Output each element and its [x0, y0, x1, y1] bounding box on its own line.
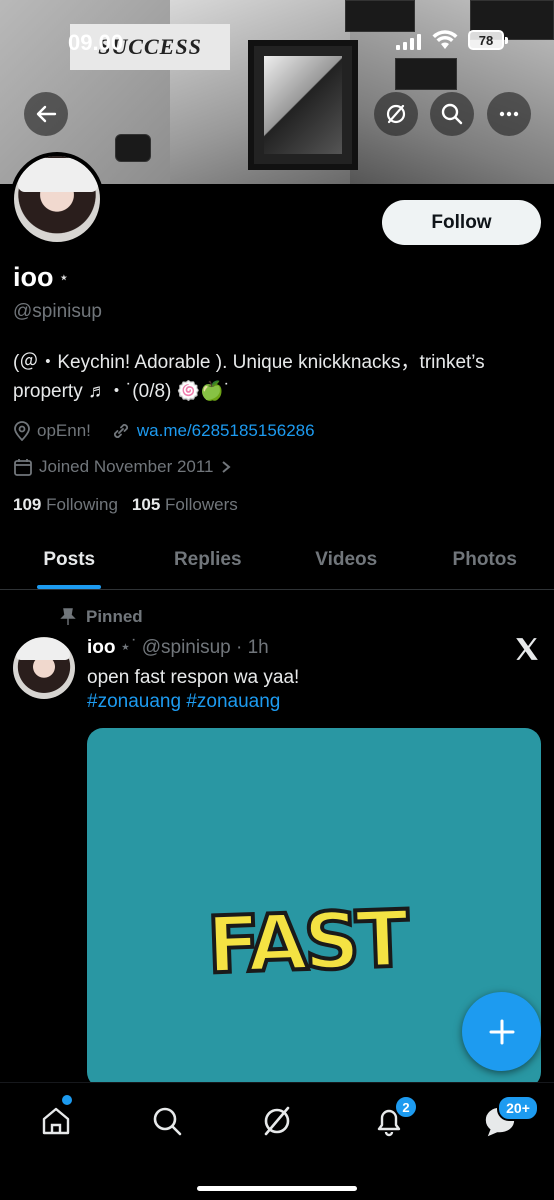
tab-videos[interactable]: Videos: [277, 530, 416, 589]
plus-icon: [489, 1019, 514, 1044]
grok-button[interactable]: [374, 92, 418, 136]
status-bar: 09.00 78: [0, 0, 554, 80]
profile-bio: (＠・Keychin! Adorable ). Unique knickknac…: [13, 352, 485, 402]
profile-handle: @spinisup: [13, 301, 102, 322]
more-dots-icon: [499, 111, 519, 117]
status-time: 09.00: [68, 30, 124, 55]
home-icon: [42, 1107, 70, 1135]
following-label: Following: [46, 495, 118, 514]
follow-button[interactable]: Follow: [382, 200, 541, 245]
profile-website-link[interactable]: wa.me/6285185156286: [137, 421, 315, 441]
home-unread-dot: [62, 1095, 72, 1105]
cellular-signal-icon: [396, 34, 421, 50]
post-handle-time: @spinisup · 1h: [141, 636, 269, 658]
home-indicator-bar: [197, 1186, 357, 1191]
tab-posts[interactable]: Posts: [0, 530, 139, 589]
notifications-badge: 2: [394, 1095, 418, 1119]
pinned-indicator: Pinned: [60, 607, 143, 627]
following-count: 109: [13, 495, 42, 514]
more-button[interactable]: [487, 92, 531, 136]
pinned-label: Pinned: [86, 607, 143, 626]
link-icon: [113, 424, 128, 438]
following-link[interactable]: 109 Following: [13, 495, 118, 515]
banner-box: [115, 134, 151, 162]
battery-icon: 78: [468, 30, 508, 50]
tab-replies[interactable]: Replies: [139, 530, 278, 589]
grok-icon: [264, 1106, 290, 1136]
profile-joined: Joined November 2011: [39, 457, 214, 476]
nav-search[interactable]: [147, 1101, 187, 1141]
display-name-suffix: ⋆: [59, 269, 69, 285]
arrow-left-icon: [36, 105, 57, 123]
wifi-icon: [432, 30, 458, 49]
profile-display-name: ioo ⋆: [13, 262, 68, 293]
back-button[interactable]: [24, 92, 68, 136]
profile-avatar[interactable]: [10, 152, 104, 246]
tab-photos[interactable]: Photos: [416, 530, 554, 589]
chevron-right-icon: [221, 461, 231, 473]
messages-badge: 20+: [497, 1095, 539, 1121]
post-header: ioo ⋆˙ @spinisup · 1h: [87, 636, 269, 659]
post-author-name[interactable]: ioo: [87, 637, 116, 659]
profile-joined-row[interactable]: Joined November 2011: [13, 457, 232, 477]
post-hashtags[interactable]: #zonauang #zonauang: [87, 691, 280, 713]
nav-home[interactable]: [36, 1101, 76, 1141]
calendar-icon: [14, 459, 32, 476]
followers-label: Followers: [165, 495, 238, 514]
post-author-suffix: ⋆˙: [119, 637, 138, 658]
grok-icon: [386, 104, 406, 124]
post-text: open fast respon wa yaa!: [87, 667, 300, 688]
pin-icon: [60, 608, 76, 625]
bottom-nav: 2 20+: [0, 1082, 554, 1200]
profile-tabs: Posts Replies Videos Photos: [0, 530, 554, 590]
search-icon: [153, 1107, 182, 1136]
followers-link[interactable]: 105 Followers: [132, 495, 238, 515]
location-pin-icon: [14, 421, 30, 441]
profile-meta-location-website: opEnn! wa.me/6285185156286: [13, 421, 315, 441]
post-author-avatar[interactable]: [13, 637, 75, 699]
follow-counts: 109 Following 105 Followers: [13, 495, 238, 515]
profile-location: opEnn!: [37, 421, 91, 440]
followers-count: 105: [131, 495, 161, 514]
search-icon: [441, 103, 463, 125]
search-button[interactable]: [430, 92, 474, 136]
compose-button[interactable]: [462, 992, 541, 1071]
nav-grok[interactable]: [257, 1101, 297, 1141]
media-fast-text: FAST: [203, 893, 408, 994]
display-name-text: ioo: [13, 262, 54, 292]
x-logo-icon: [516, 638, 538, 660]
